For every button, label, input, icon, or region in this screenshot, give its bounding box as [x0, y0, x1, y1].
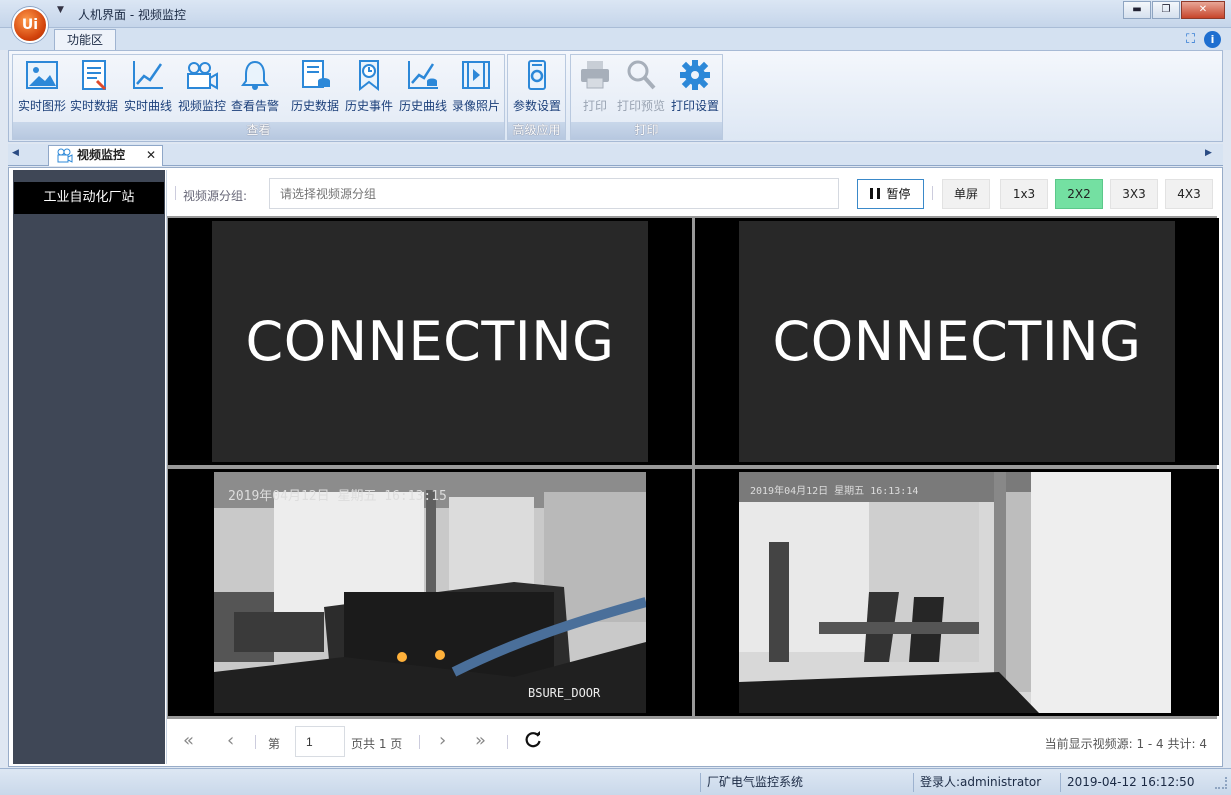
- history-chart-icon: [408, 61, 438, 89]
- ribbon-group-print: 打印 打印预览 打印设置 打印: [570, 54, 723, 140]
- pause-icon: [870, 188, 881, 199]
- sidebar: 工业自动化厂站: [13, 170, 165, 764]
- tab-function-area[interactable]: 功能区: [54, 29, 116, 51]
- ribbon-group-label: 高级应用: [508, 122, 565, 139]
- sidebar-item-station[interactable]: 工业自动化厂站: [14, 182, 164, 214]
- tab-close-icon[interactable]: ✕: [146, 146, 156, 165]
- print-settings-button[interactable]: 打印设置: [669, 57, 721, 119]
- layout-1x3-button[interactable]: 1x3: [1000, 179, 1048, 209]
- window-title: 人机界面 - 视频监控: [78, 8, 186, 22]
- camera-name-label: BSURE_DOOR: [528, 686, 601, 700]
- refresh-icon[interactable]: [523, 730, 543, 750]
- video-cell-4[interactable]: 2019年04月12日 星期五 16:13:14 BSURE_OFFICE: [695, 469, 1219, 716]
- first-page-button[interactable]: «: [183, 732, 194, 750]
- camera-feed-office: [739, 472, 1171, 713]
- history-data-button[interactable]: 历史数据: [289, 57, 341, 119]
- ribbon-group-label: 查看: [13, 122, 504, 139]
- history-curve-button[interactable]: 历史曲线: [397, 57, 449, 119]
- filter-bar: 视频源分组: 暂停 单屏 1x3 2X2 3X3 4X3: [167, 170, 1219, 216]
- print-button[interactable]: 打印: [575, 57, 615, 119]
- status-bar: 厂矿电气监控系统 登录人:administrator 2019-04-12 16…: [0, 768, 1231, 795]
- view-alarm-button[interactable]: 查看告警: [229, 57, 281, 119]
- tab-scroll-right-icon[interactable]: ▶: [1205, 148, 1212, 158]
- video-cell-1[interactable]: CONNECTING: [168, 218, 692, 465]
- video-camera-icon: [187, 62, 218, 90]
- feed-timestamp: 2019年04月12日 星期五 16:13:14: [750, 486, 919, 497]
- realtime-data-button[interactable]: 实时数据: [69, 57, 119, 119]
- resize-grip[interactable]: [1215, 777, 1227, 789]
- fullscreen-icon[interactable]: ⛶: [1182, 31, 1199, 48]
- connecting-status: CONNECTING: [212, 221, 648, 462]
- camera-feed-door: [214, 472, 646, 713]
- camera-name-label: BSURE_OFFICE: [1053, 685, 1126, 696]
- layout-single-button[interactable]: 单屏: [942, 179, 990, 209]
- maximize-button[interactable]: ❐: [1152, 1, 1180, 19]
- quick-access-dropdown-icon[interactable]: ▼: [57, 5, 64, 15]
- minimize-button[interactable]: ▬: [1123, 1, 1151, 19]
- ribbon: 实时图形 实时数据 实时曲线 视频监控 查看告警 历史数据 历史事件 历史曲线: [8, 50, 1223, 142]
- layout-2x2-button[interactable]: 2X2: [1055, 179, 1103, 209]
- picture-icon: [26, 61, 58, 89]
- document-list-icon: [82, 60, 107, 91]
- video-monitor-button[interactable]: 视频监控: [177, 57, 227, 119]
- source-group-label: 视频源分组:: [183, 189, 248, 203]
- realtime-curve-button[interactable]: 实时曲线: [123, 57, 173, 119]
- system-name-status: 厂矿电气监控系统: [700, 773, 912, 792]
- page-total-label: 页共 1 页: [351, 737, 403, 751]
- ribbon-tab-strip: 功能区 ⛶ i: [0, 28, 1231, 51]
- gear-icon: [680, 60, 710, 90]
- tab-scroll-left-icon[interactable]: ◀: [12, 148, 19, 158]
- prev-page-button[interactable]: ‹: [227, 732, 234, 750]
- clock-bookmark-icon: [359, 60, 379, 91]
- document-tab-bar: ◀ 视频监控 ✕ ▶: [8, 144, 1223, 166]
- page-number-input[interactable]: [295, 726, 345, 757]
- display-range-info: 当前显示视频源: 1 - 4 共计: 4: [1044, 737, 1207, 751]
- video-cell-2[interactable]: CONNECTING: [695, 218, 1219, 465]
- login-user-status: 登录人:administrator: [913, 773, 1059, 792]
- connecting-status: CONNECTING: [739, 221, 1175, 462]
- pagination-bar: « ‹ 第 页共 1 页 › » 当前显示视频源: 1 - 4 共计: 4: [167, 719, 1217, 764]
- tab-video-monitor[interactable]: 视频监控 ✕: [48, 145, 163, 166]
- print-preview-button[interactable]: 打印预览: [615, 57, 667, 119]
- history-data-icon: [302, 60, 330, 88]
- bell-icon: [241, 60, 269, 90]
- video-cell-3[interactable]: 2019年04月12日 星期五 16:13:15 BSURE_DOOR: [168, 469, 692, 716]
- close-button[interactable]: ✕: [1181, 1, 1225, 19]
- info-icon[interactable]: i: [1204, 31, 1221, 48]
- recording-photo-button[interactable]: 录像照片: [449, 57, 503, 119]
- ribbon-group-label: 打印: [571, 122, 722, 139]
- next-page-button[interactable]: ›: [439, 732, 446, 750]
- magnifier-icon: [627, 60, 656, 90]
- realtime-graphic-button[interactable]: 实时图形: [17, 57, 67, 119]
- layout-3x3-button[interactable]: 3X3: [1110, 179, 1158, 209]
- main-frame: 工业自动化厂站 视频源分组: 暂停 单屏 1x3 2X2 3X3 4X3 CON…: [8, 167, 1223, 767]
- feed-timestamp: 2019年04月12日 星期五 16:13:15: [228, 489, 447, 504]
- pause-button[interactable]: 暂停: [857, 179, 924, 209]
- video-grid: CONNECTING CONNECTING 2019年04月12日 星期五 16…: [167, 216, 1219, 719]
- source-group-input[interactable]: [269, 178, 839, 209]
- page-prefix: 第: [268, 737, 281, 751]
- title-bar: ▼ 人机界面 - 视频监控 ▬ ❐ ✕: [0, 0, 1231, 28]
- parameter-settings-button[interactable]: 参数设置: [510, 57, 564, 119]
- video-camera-icon: [57, 148, 73, 163]
- history-event-button[interactable]: 历史事件: [343, 57, 395, 119]
- device-settings-icon: [528, 60, 546, 90]
- ribbon-group-view: 实时图形 实时数据 实时曲线 视频监控 查看告警 历史数据 历史事件 历史曲线: [12, 54, 505, 140]
- datetime-status: 2019-04-12 16:12:50: [1060, 773, 1210, 792]
- video-content: 视频源分组: 暂停 单屏 1x3 2X2 3X3 4X3 CONNECTING …: [166, 170, 1219, 764]
- film-play-icon: [462, 61, 490, 89]
- last-page-button[interactable]: »: [475, 732, 486, 750]
- layout-4x3-button[interactable]: 4X3: [1165, 179, 1213, 209]
- line-chart-icon: [133, 61, 163, 89]
- ribbon-group-advanced: 参数设置 高级应用: [507, 54, 566, 140]
- app-menu-button[interactable]: Ui: [12, 7, 48, 43]
- printer-icon: [581, 61, 609, 89]
